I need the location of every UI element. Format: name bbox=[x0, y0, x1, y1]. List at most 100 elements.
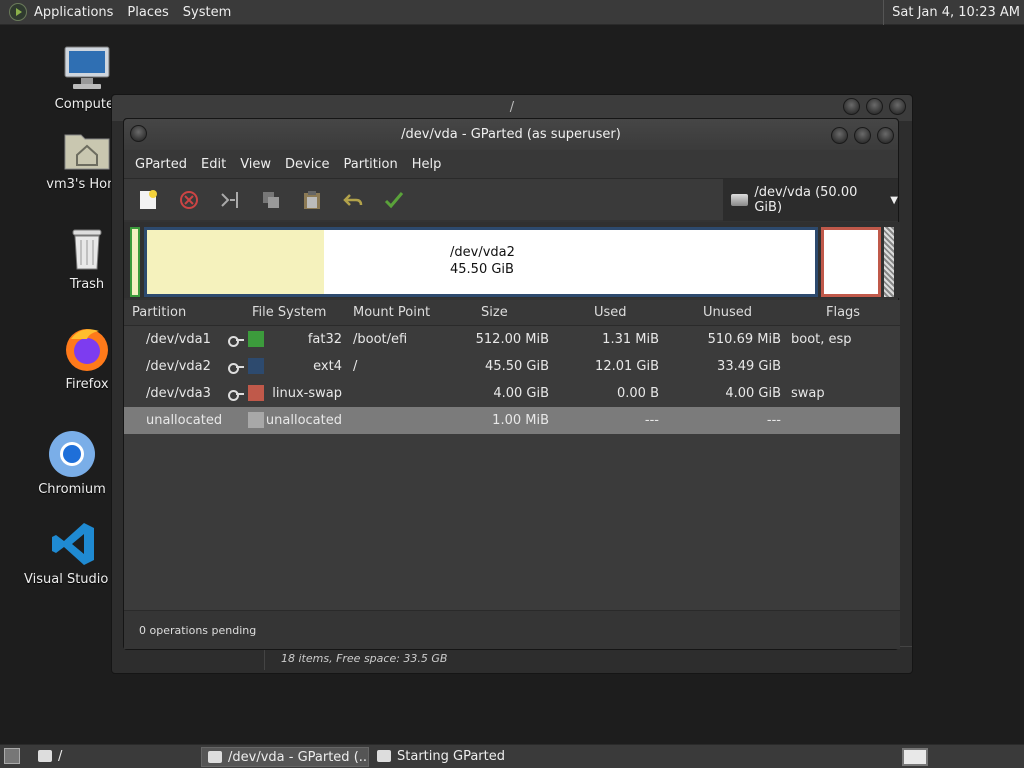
gparted-status: 0 operations pending bbox=[124, 610, 900, 649]
partition-visualizer: /dev/vda2 45.50 GiB bbox=[124, 222, 900, 298]
apply-button[interactable] bbox=[380, 186, 408, 214]
table-header: Partition File System Mount Point Size U… bbox=[124, 300, 900, 326]
cell-unused: 510.69 MiB bbox=[707, 332, 781, 347]
key-icon bbox=[228, 362, 244, 374]
cell-size: 45.50 GiB bbox=[485, 359, 549, 374]
table-row[interactable]: unallocated unallocated 1.00 MiB --- --- bbox=[124, 407, 900, 434]
gparted-icon bbox=[208, 751, 222, 763]
cell-mount-point: / bbox=[353, 359, 358, 374]
copy-icon bbox=[263, 191, 279, 208]
workspace-switcher[interactable] bbox=[902, 748, 928, 766]
fs-color-swatch bbox=[248, 385, 264, 401]
minimize-button[interactable] bbox=[831, 127, 848, 144]
col-size[interactable]: Size bbox=[481, 305, 508, 320]
maximize-button[interactable] bbox=[866, 98, 883, 115]
bottom-panel: / /dev/vda - GParted (... Starting GPart… bbox=[0, 744, 1024, 768]
menu-applications[interactable]: Applications bbox=[27, 5, 120, 20]
desktop-icon-label: Visual Studio Code bbox=[24, 572, 124, 587]
cell-partition: unallocated bbox=[146, 413, 223, 428]
top-panel: Applications Places System Sat Jan 4, 10… bbox=[0, 0, 1024, 25]
window-title: /dev/vda - GParted (as superuser) bbox=[401, 127, 621, 142]
visual-partition-vda2[interactable]: /dev/vda2 45.50 GiB bbox=[144, 227, 818, 297]
visual-partition-vda1[interactable] bbox=[130, 227, 140, 297]
cell-flags: boot, esp bbox=[791, 332, 852, 347]
menu-gparted[interactable]: GParted bbox=[128, 157, 194, 172]
window-title: / bbox=[509, 100, 515, 115]
menu-places[interactable]: Places bbox=[120, 5, 175, 20]
paste-button[interactable] bbox=[298, 186, 326, 214]
cell-mount-point: /boot/efi bbox=[353, 332, 408, 347]
table-row[interactable]: /dev/vda1 fat32/boot/efi 512.00 MiB 1.31 Mi… bbox=[124, 326, 900, 353]
col-filesystem[interactable]: File System bbox=[252, 305, 326, 320]
taskbar-item-starting[interactable]: Starting GParted bbox=[371, 747, 571, 767]
minimize-button[interactable] bbox=[843, 98, 860, 115]
firefox-icon bbox=[63, 325, 111, 373]
new-icon bbox=[140, 189, 157, 209]
taskbar-item-files[interactable]: / bbox=[32, 747, 198, 767]
col-unused[interactable]: Unused bbox=[703, 305, 752, 320]
cell-partition: /dev/vda1 bbox=[146, 332, 211, 347]
col-mount-point[interactable]: Mount Point bbox=[353, 305, 430, 320]
window-menu-button[interactable] bbox=[130, 125, 147, 142]
apply-icon bbox=[384, 191, 404, 208]
menu-system[interactable]: System bbox=[176, 5, 238, 20]
cell-unused: 4.00 GiB bbox=[725, 386, 781, 401]
gparted-icon bbox=[377, 750, 391, 762]
clock[interactable]: Sat Jan 4, 10:23 AM bbox=[883, 0, 1024, 25]
col-partition[interactable]: Partition bbox=[132, 305, 186, 320]
taskbar-item-gparted[interactable]: /dev/vda - GParted (... bbox=[201, 747, 369, 767]
resize-move-button[interactable] bbox=[216, 186, 244, 214]
desktop-icon-vscode[interactable]: Visual Studio Code bbox=[24, 520, 124, 587]
device-selector[interactable]: /dev/vda (50.00 GiB) ▼ bbox=[723, 179, 898, 221]
visual-partition-name: /dev/vda2 bbox=[450, 245, 515, 260]
close-button[interactable] bbox=[889, 98, 906, 115]
partition-table: Partition File System Mount Point Size U… bbox=[124, 300, 900, 612]
chromium-icon bbox=[48, 430, 96, 478]
resize-move-icon bbox=[221, 191, 238, 208]
menu-help[interactable]: Help bbox=[405, 157, 449, 172]
desktop-icon-chromium[interactable]: Chromium bbox=[22, 430, 122, 497]
maximize-button[interactable] bbox=[854, 127, 871, 144]
show-desktop-button[interactable] bbox=[4, 748, 20, 764]
visual-unallocated[interactable] bbox=[884, 227, 894, 297]
fs-color-swatch bbox=[248, 358, 264, 374]
menu-device[interactable]: Device bbox=[278, 157, 336, 172]
visual-partition-vda3[interactable] bbox=[821, 227, 881, 297]
desktop-icon-label: Chromium bbox=[38, 482, 106, 497]
menu-partition[interactable]: Partition bbox=[337, 157, 405, 172]
folder-icon bbox=[38, 750, 52, 762]
delete-partition-button[interactable] bbox=[175, 186, 203, 214]
new-partition-button[interactable] bbox=[134, 186, 162, 214]
undo-button[interactable] bbox=[339, 186, 367, 214]
fs-color-swatch bbox=[248, 331, 264, 347]
used-space-bar bbox=[147, 230, 324, 294]
col-flags[interactable]: Flags bbox=[826, 305, 860, 320]
cell-unused: 33.49 GiB bbox=[717, 359, 781, 374]
mate-menu-icon[interactable] bbox=[9, 3, 27, 21]
table-row[interactable]: /dev/vda2 ext4 / 45.50 GiB 12.01 GiB 33.49 Gi… bbox=[124, 353, 900, 380]
gparted-menubar: GParted Edit View Device Partition Help bbox=[124, 150, 898, 178]
cell-partition: /dev/vda3 bbox=[146, 386, 211, 401]
home-folder-icon bbox=[63, 125, 111, 173]
cell-size: 4.00 GiB bbox=[493, 386, 549, 401]
copy-button[interactable] bbox=[257, 186, 285, 214]
cell-size: 1.00 MiB bbox=[492, 413, 549, 428]
visual-partition-size: 45.50 GiB bbox=[450, 262, 514, 277]
menu-view[interactable]: View bbox=[233, 157, 278, 172]
gparted-window[interactable]: /dev/vda - GParted (as superuser) GParte… bbox=[123, 118, 900, 650]
menu-edit[interactable]: Edit bbox=[194, 157, 233, 172]
cell-partition: /dev/vda2 bbox=[146, 359, 211, 374]
cell-used: 0.00 B bbox=[617, 386, 659, 401]
computer-icon bbox=[63, 45, 111, 93]
gparted-titlebar[interactable]: /dev/vda - GParted (as superuser) bbox=[124, 119, 898, 150]
delete-icon bbox=[180, 190, 198, 209]
cell-filesystem: ext4 bbox=[313, 359, 342, 374]
key-icon bbox=[228, 335, 244, 347]
table-row[interactable]: /dev/vda3 linux-swap 4.00 GiB 0.00 B 4.00 Gi… bbox=[124, 380, 900, 407]
cell-size: 512.00 MiB bbox=[475, 332, 549, 347]
close-button[interactable] bbox=[877, 127, 894, 144]
col-used[interactable]: Used bbox=[594, 305, 627, 320]
dropdown-arrow-icon: ▼ bbox=[890, 194, 898, 206]
fs-color-swatch bbox=[248, 412, 264, 428]
cell-unused: --- bbox=[766, 413, 781, 428]
